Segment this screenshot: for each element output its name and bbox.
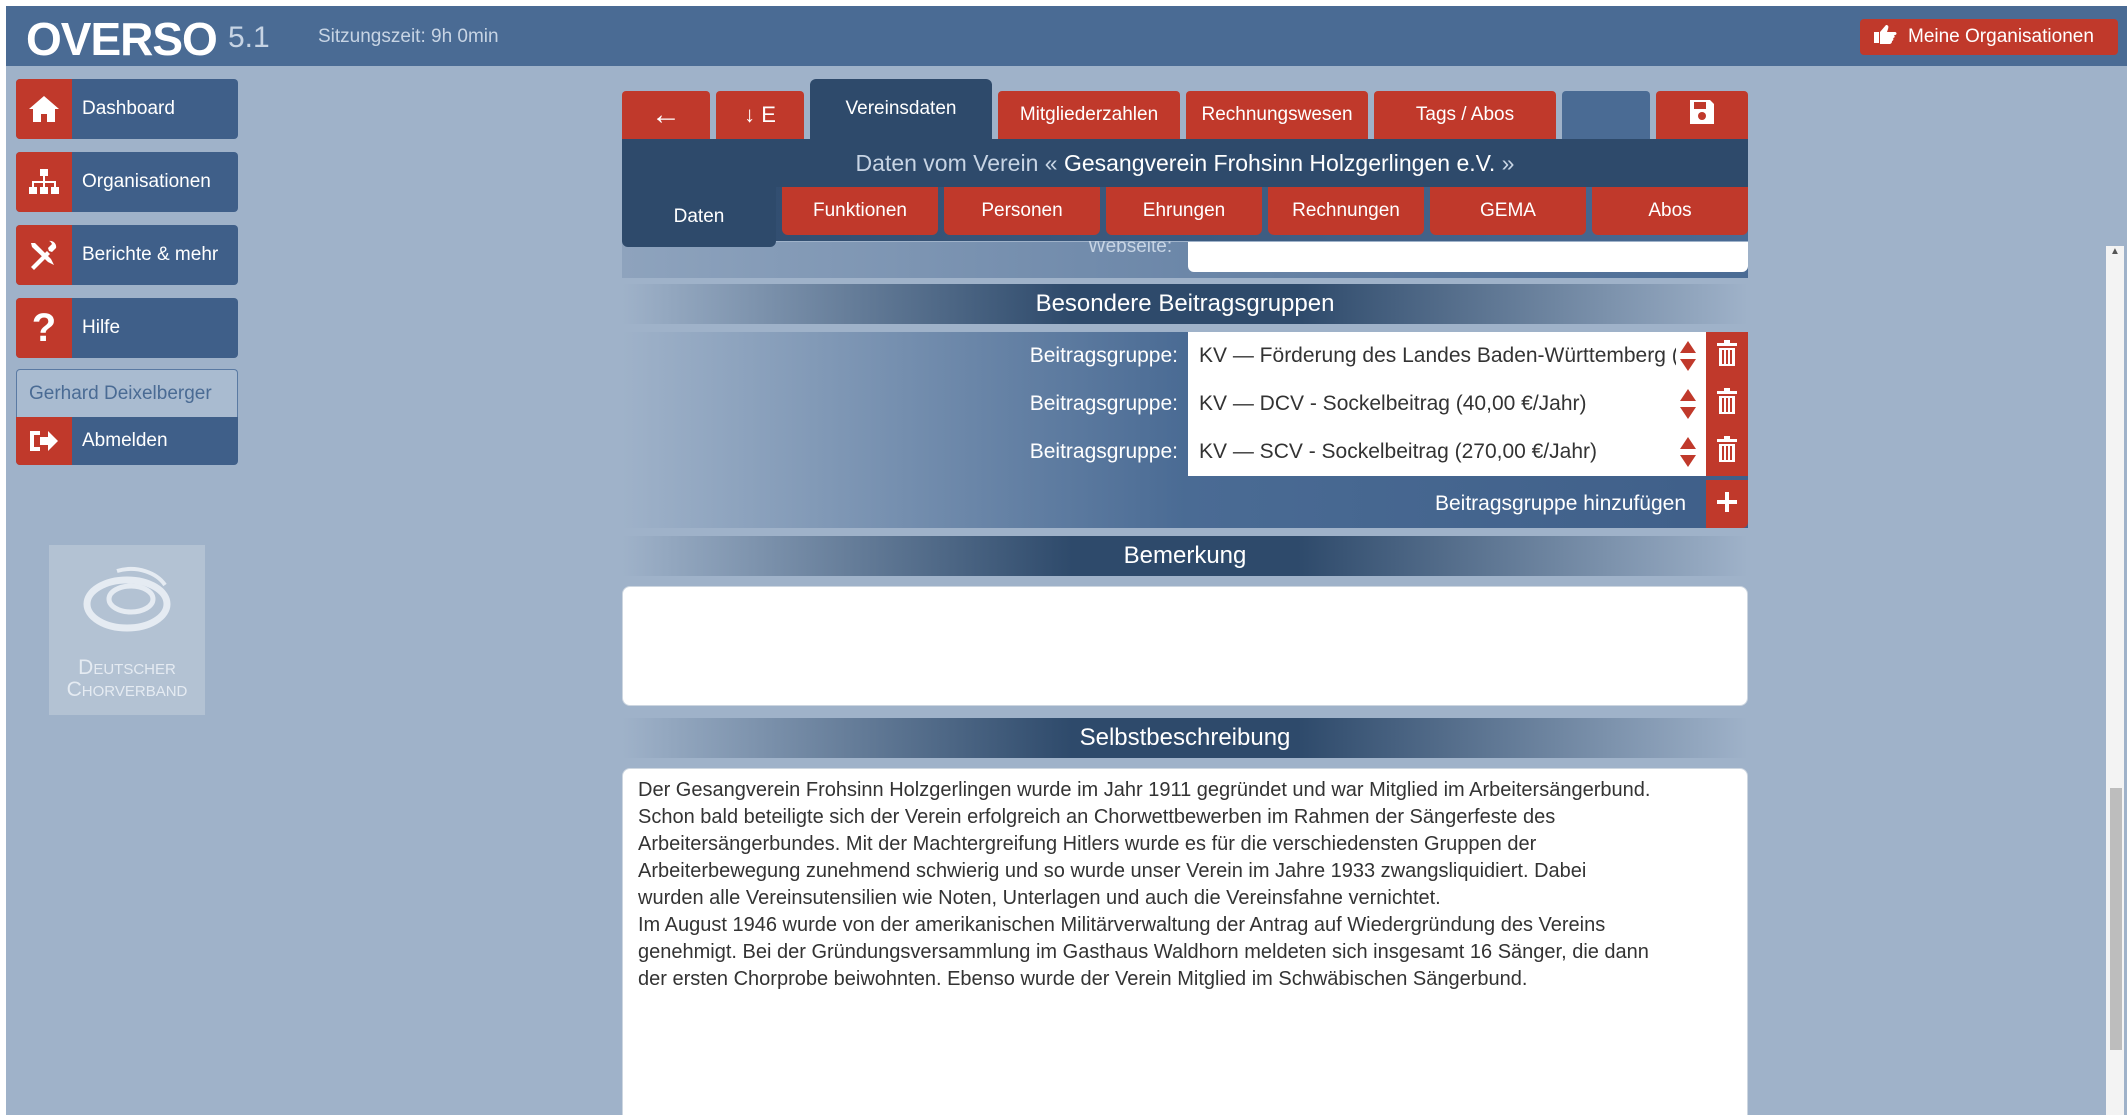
sort-button[interactable]: ↓ E [716, 91, 804, 139]
sort-arrows-icon[interactable] [1676, 432, 1700, 472]
remark-textarea[interactable] [622, 586, 1748, 706]
partner-logo: Deutscher Chorverband [49, 545, 205, 715]
sidebar-item-dashboard[interactable]: Dashboard [16, 79, 238, 139]
group-row: Beitragsgruppe: KV — DCV - Sockelbeitrag… [622, 380, 1748, 428]
sidebar-item-label: Organisationen [82, 171, 211, 192]
groups-panel: Beitragsgruppe: KV — Förderung des Lande… [622, 332, 1748, 528]
delete-group-button[interactable] [1706, 332, 1748, 380]
header-prefix: Daten vom Verein « [855, 149, 1058, 176]
group-select[interactable]: KV — Förderung des Landes Baden-Württemb… [1188, 332, 1706, 380]
scroll-up-icon[interactable]: ▲ [2110, 246, 2120, 257]
sidebar-item-organisationen[interactable]: Organisationen [16, 152, 238, 212]
subtab-ehrungen[interactable]: Ehrungen [1106, 187, 1262, 235]
question-icon: ? [16, 298, 72, 358]
hand-pointer-icon [1872, 23, 1898, 51]
tab-rechnungswesen[interactable]: Rechnungswesen [1186, 91, 1368, 139]
empty-tab[interactable] [1562, 91, 1650, 139]
app-version: 5.1 [228, 21, 270, 54]
subtab-personen[interactable]: Personen [944, 187, 1100, 235]
partner-logo-line2: Chorverband [66, 678, 188, 701]
groups-section-title: Besondere Beitragsgruppen [622, 284, 1748, 324]
sidebar-item-label: Dashboard [82, 98, 175, 119]
add-group-row: Beitragsgruppe hinzufügen [622, 480, 1748, 528]
sign-out-icon [16, 417, 72, 465]
home-icon [16, 79, 72, 139]
sort-arrows-icon[interactable] [1676, 336, 1700, 376]
tab-mitgliederzahlen[interactable]: Mitgliederzahlen [998, 91, 1180, 139]
add-group-button[interactable] [1706, 480, 1748, 528]
subtab-abos[interactable]: Abos [1592, 187, 1748, 235]
add-group-label[interactable]: Beitragsgruppe hinzufügen [1435, 492, 1686, 516]
trash-icon [1716, 339, 1738, 373]
app-logo[interactable]: OVERSO [26, 12, 218, 66]
main-panel: ← ↓ E Vereinsdaten Mitgliederzahlen Rech… [622, 6, 1748, 1115]
remark-section-title: Bemerkung [622, 536, 1748, 576]
subtab-gema[interactable]: GEMA [1430, 187, 1586, 235]
tools-icon [16, 225, 72, 285]
save-icon [1688, 98, 1716, 132]
tab-tags-abos[interactable]: Tags / Abos [1374, 91, 1556, 139]
group-label: Beitragsgruppe: [1029, 392, 1178, 415]
page-scrollbar[interactable]: ▲ [2106, 246, 2124, 1115]
sidebar-item-label: Hilfe [82, 317, 121, 338]
my-organisations-button[interactable]: Meine Organisationen [1860, 19, 2118, 55]
header-suffix: » [1501, 149, 1515, 176]
record-header: Daten vom Verein « Gesangverein Frohsinn… [622, 139, 1748, 187]
subtab-funktionen[interactable]: Funktionen [782, 187, 938, 235]
subtab-bar: Daten Funktionen Personen Ehrungen Rechn… [622, 187, 1748, 255]
group-select[interactable]: KV — DCV - Sockelbeitrag (40,00 €/Jahr) [1188, 380, 1706, 428]
delete-group-button[interactable] [1706, 380, 1748, 428]
club-name: Gesangverein Frohsinn Holzgerlingen e.V. [1063, 149, 1496, 176]
sidebar-item-hilfe[interactable]: ? Hilfe [16, 298, 238, 358]
tab-vereinsdaten[interactable]: Vereinsdaten [810, 79, 992, 139]
description-section-title: Selbstbeschreibung [622, 718, 1748, 758]
scrollbar-thumb[interactable] [2110, 788, 2122, 1050]
subtab-daten[interactable]: Daten [622, 187, 776, 247]
group-label: Beitragsgruppe: [1029, 440, 1178, 463]
delete-group-button[interactable] [1706, 428, 1748, 476]
my-organisations-label: Meine Organisationen [1908, 26, 2094, 47]
trash-icon [1716, 387, 1738, 421]
save-button[interactable] [1656, 91, 1748, 139]
session-time: Sitzungszeit: 9h 0min [318, 26, 499, 47]
sort-arrows-icon[interactable] [1676, 384, 1700, 424]
partner-logo-line1: Deutscher [78, 656, 176, 679]
group-row: Beitragsgruppe: KV — SCV - Sockelbeitrag… [622, 428, 1748, 476]
sidebar-item-berichte[interactable]: Berichte & mehr [16, 225, 238, 285]
sidebar-item-label: Berichte & mehr [82, 244, 219, 265]
back-button[interactable]: ← [622, 91, 710, 139]
app-window: OVERSO 5.1 Sitzungszeit: 9h 0min Meine O… [6, 6, 2127, 1115]
group-row: Beitragsgruppe: KV — Förderung des Lande… [622, 332, 1748, 380]
group-label: Beitragsgruppe: [1029, 344, 1178, 367]
description-textarea[interactable]: Der Gesangverein Frohsinn Holzgerlingen … [622, 768, 1748, 1115]
subtab-rechnungen[interactable]: Rechnungen [1268, 187, 1424, 235]
trash-icon [1716, 435, 1738, 469]
logout-button[interactable]: Abmelden [16, 417, 238, 465]
logout-label: Abmelden [82, 430, 168, 451]
current-user: Gerhard Deixelberger [16, 369, 238, 417]
chorverband-logo-icon [83, 566, 171, 632]
sitemap-icon [16, 152, 72, 212]
group-select[interactable]: KV — SCV - Sockelbeitrag (270,00 €/Jahr) [1188, 428, 1706, 476]
plus-icon [1715, 490, 1739, 519]
